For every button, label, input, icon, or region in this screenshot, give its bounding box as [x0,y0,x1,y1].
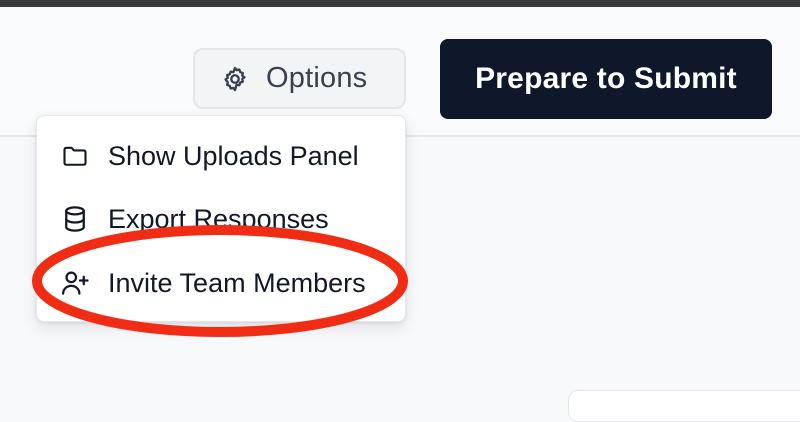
background-card [568,390,800,422]
window-top-strip [0,0,800,7]
folder-icon [59,140,91,172]
menu-item-invite-team-members[interactable]: Invite Team Members [37,255,405,311]
options-dropdown-menu: Show Uploads Panel Export Responses Invi… [36,115,406,322]
menu-item-label: Export Responses [108,203,329,234]
database-icon [59,203,91,235]
submit-label: Prepare to Submit [475,62,737,95]
menu-item-export-responses[interactable]: Export Responses [37,191,405,247]
user-plus-icon [59,267,91,299]
options-button[interactable]: Options [193,48,406,109]
gear-icon [220,64,250,94]
prepare-to-submit-button[interactable]: Prepare to Submit [440,39,772,119]
menu-item-show-uploads-panel[interactable]: Show Uploads Panel [37,128,405,184]
menu-item-label: Show Uploads Panel [108,140,359,171]
menu-item-label: Invite Team Members [108,267,366,298]
options-label: Options [266,62,368,94]
